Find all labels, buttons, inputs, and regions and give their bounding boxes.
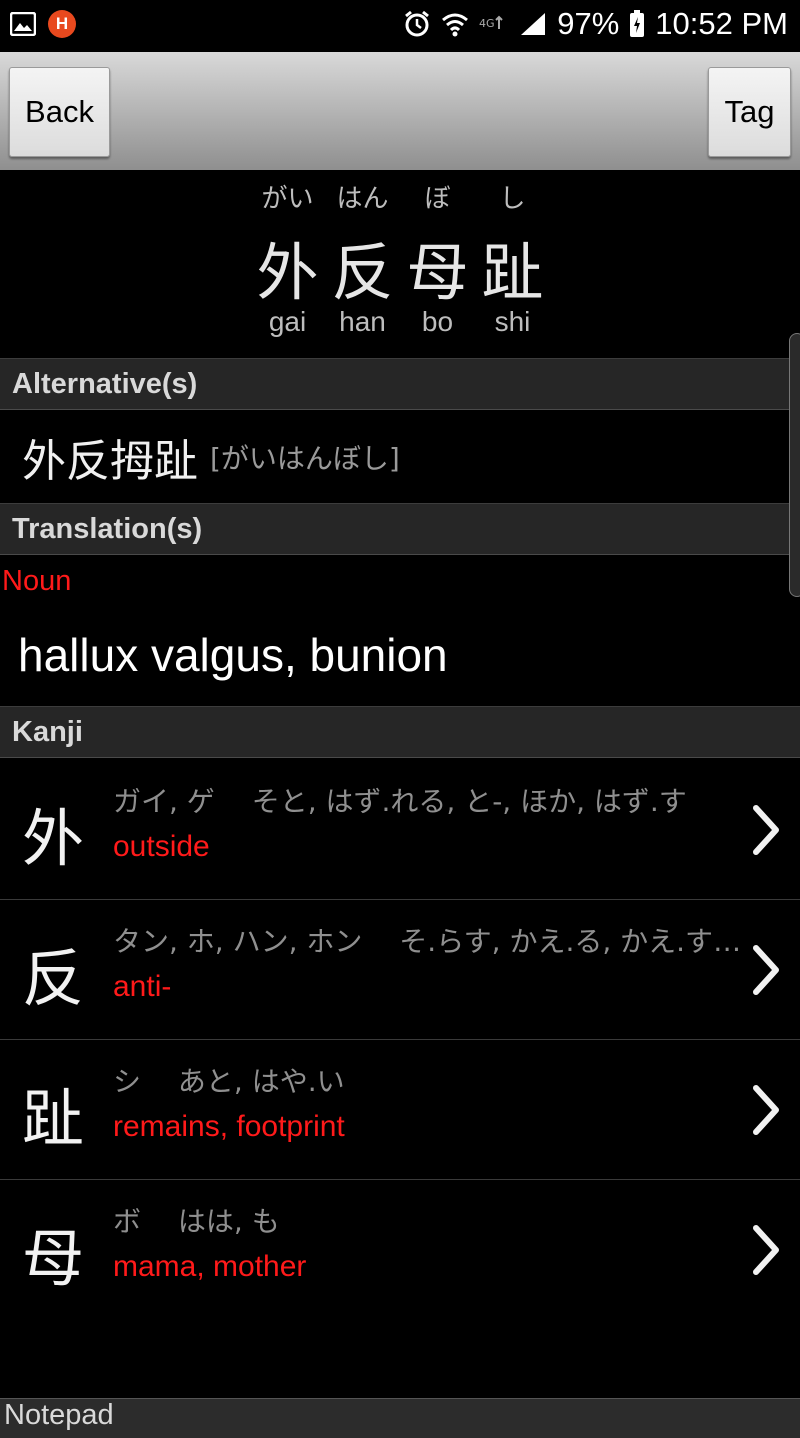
app-badge-label: H	[55, 14, 69, 33]
back-button[interactable]: Back	[9, 67, 110, 157]
kanji-list-item[interactable]: 外 ガイ, ゲ そと, はず.れる, と-, ほか, はず.す outside	[0, 760, 800, 900]
alternatives-section-header: Alternative(s)	[0, 358, 800, 410]
translations-section-header: Translation(s)	[0, 503, 800, 555]
furigana: はん	[336, 184, 389, 214]
word-kanji-row: 外 反 母 趾	[0, 222, 800, 312]
word-header: がい はん ぼ し 外 反 母 趾 gai han bo shi	[0, 170, 800, 358]
app-badge-icon: H	[48, 10, 76, 38]
scrollbar-thumb[interactable]	[789, 333, 800, 597]
tag-button[interactable]: Tag	[708, 67, 791, 157]
battery-percent: 97%	[557, 6, 620, 41]
clock: 10:52 PM	[655, 6, 788, 41]
chevron-right-icon	[753, 1085, 779, 1135]
toolbar: Back Tag	[0, 52, 800, 170]
kanji-readings: シ あと, はや.い	[113, 1065, 345, 1098]
kanji-readings: ガイ, ゲ そと, はず.れる, と-, ほか, はず.す	[113, 785, 687, 818]
kanji-meaning: anti-	[113, 970, 172, 1003]
romaji: bo	[421, 306, 454, 337]
kanji-meaning: remains, footprint	[113, 1110, 345, 1143]
kanji-list-item[interactable]: 趾 シ あと, はや.い remains, footprint	[0, 1040, 800, 1180]
chevron-right-icon	[753, 805, 779, 855]
kanji-list-item[interactable]: 母 ボ はは, も mama, mother	[0, 1180, 800, 1320]
alarm-icon	[405, 10, 430, 37]
chevron-right-icon	[753, 945, 779, 995]
signal-icon	[521, 13, 546, 35]
notification-icons: H	[10, 10, 76, 38]
romaji: gai	[268, 306, 307, 337]
kanji-meaning: mama, mother	[113, 1250, 307, 1283]
word-kanji: 趾	[481, 236, 544, 309]
kanji-character: 外	[22, 802, 85, 875]
furigana: がい	[261, 184, 314, 214]
translation-text: hallux valgus, bunion	[18, 629, 448, 681]
furigana: し	[499, 184, 526, 214]
battery-charging-icon	[630, 10, 645, 37]
kanji-section-header: Kanji	[0, 706, 800, 758]
kanji-character: 母	[22, 1222, 85, 1295]
kanji-character: 趾	[22, 1082, 85, 1155]
status-bar: H 4G 97% 10:52 PM	[0, 0, 800, 52]
notepad-section-header: Notepad	[0, 1398, 800, 1438]
alternative-item[interactable]: 外反拇趾 [がいはんぼし]	[0, 412, 800, 502]
romaji-row: gai han bo shi	[0, 306, 800, 338]
kanji-character: 反	[22, 942, 85, 1015]
alternative-kanji: 外反拇趾	[22, 436, 198, 487]
kanji-readings: ボ はは, も	[113, 1205, 280, 1238]
kanji-list-item[interactable]: 反 タン, ホ, ハン, ホン そ.らす, かえ.る, かえ.す, そ.る an…	[0, 900, 800, 1040]
chevron-right-icon	[753, 1225, 779, 1275]
kanji-meaning: outside	[113, 830, 210, 863]
furigana-row: がい はん ぼ し	[0, 178, 800, 215]
svg-text:4G: 4G	[479, 17, 495, 30]
furigana: ぼ	[424, 184, 451, 214]
romaji: han	[339, 306, 386, 337]
lte-icon: 4G	[479, 15, 503, 30]
kanji-readings: タン, ホ, ハン, ホン そ.らす, かえ.る, かえ.す, そ.る	[113, 925, 743, 958]
word-kanji: 外	[256, 236, 319, 309]
romaji: shi	[494, 306, 531, 337]
word-kanji: 反	[331, 236, 394, 309]
wifi-icon	[442, 13, 469, 37]
alternative-reading: [がいはんぼし]	[210, 442, 400, 475]
image-notification-icon	[10, 12, 36, 36]
part-of-speech: Noun	[2, 565, 72, 597]
word-kanji: 母	[406, 236, 469, 309]
